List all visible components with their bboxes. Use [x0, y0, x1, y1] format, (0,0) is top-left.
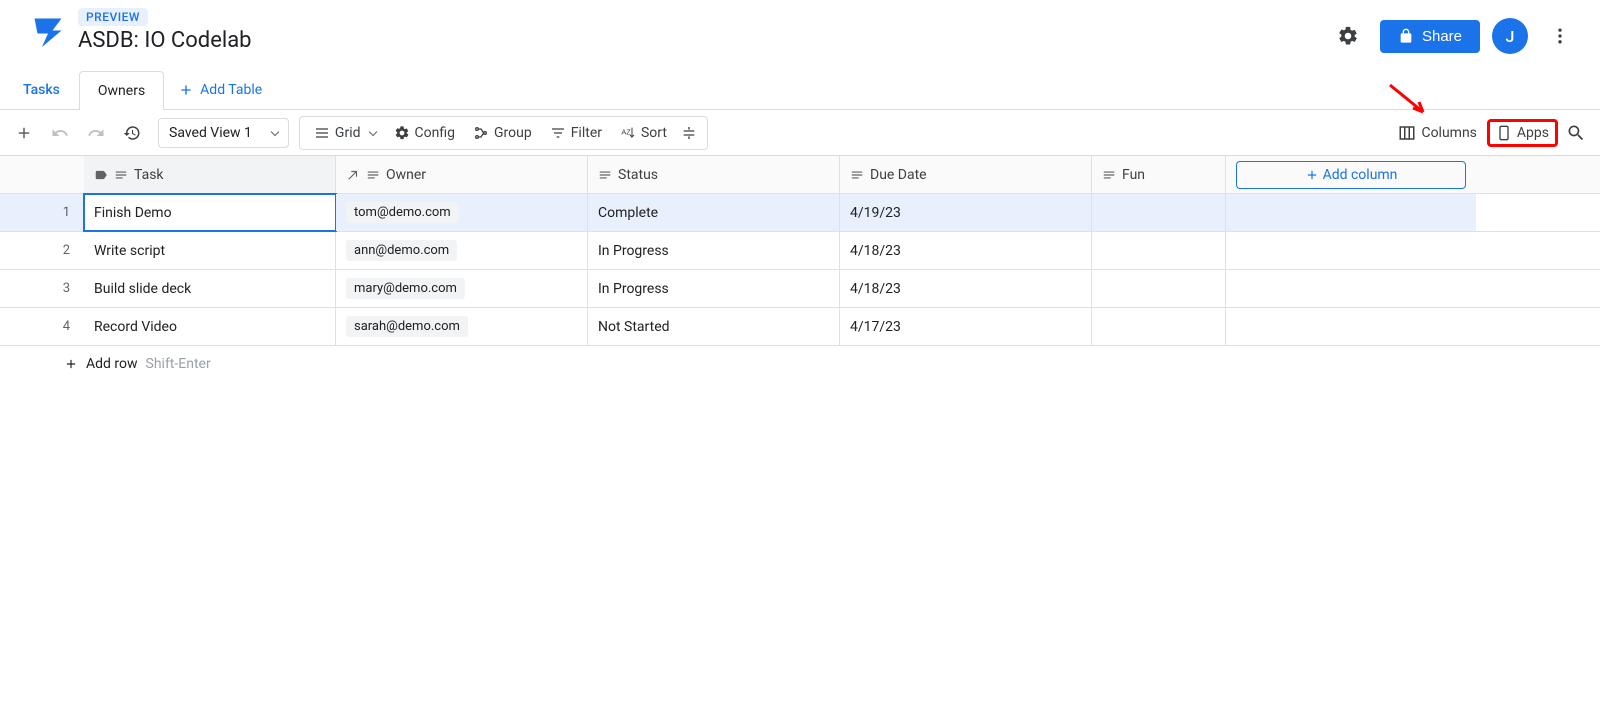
- data-table: Task Owner Status Due Date Fun: [0, 156, 1600, 382]
- gear-icon: [394, 125, 410, 141]
- add-button[interactable]: [8, 117, 40, 149]
- text-icon: [598, 168, 612, 182]
- table-row[interactable]: 4 Record Video sarah@demo.com Not Starte…: [0, 308, 1600, 346]
- cell-empty: [1226, 194, 1476, 231]
- table-row[interactable]: 1 Finish Demo tom@demo.com Complete 4/19…: [0, 194, 1600, 232]
- add-row-button[interactable]: Add row Shift-Enter: [0, 346, 1600, 382]
- columns-icon: [1398, 124, 1416, 142]
- cell-empty: [1226, 270, 1476, 307]
- plus-icon: [64, 357, 78, 371]
- column-header-add: Add column: [1226, 156, 1476, 193]
- cell-fun[interactable]: [1092, 232, 1226, 269]
- cell-owner[interactable]: sarah@demo.com: [336, 308, 588, 345]
- row-number[interactable]: 4: [0, 308, 84, 346]
- group-button[interactable]: Group: [465, 121, 540, 145]
- chevron-down-icon: [271, 127, 279, 135]
- share-button[interactable]: Share: [1380, 20, 1480, 53]
- cell-due-date[interactable]: 4/18/23: [840, 270, 1092, 307]
- more-menu[interactable]: [1540, 16, 1580, 56]
- lock-icon: [1398, 28, 1414, 44]
- cell-owner[interactable]: ann@demo.com: [336, 232, 588, 269]
- filter-button[interactable]: Filter: [542, 121, 610, 145]
- sheet-tabs: Tasks Owners Add Table: [0, 70, 1600, 110]
- cell-task[interactable]: Finish Demo: [84, 194, 336, 231]
- search-button[interactable]: [1560, 117, 1592, 149]
- add-table-button[interactable]: Add Table: [164, 82, 276, 98]
- text-icon: [850, 168, 864, 182]
- search-icon: [1566, 123, 1586, 143]
- header: PREVIEW ASDB: IO Codelab Share J: [0, 0, 1600, 70]
- tab-owners[interactable]: Owners: [79, 71, 164, 110]
- svg-text:AZ: AZ: [621, 127, 631, 136]
- ref-icon: [346, 168, 360, 182]
- cell-fun[interactable]: [1092, 270, 1226, 307]
- cell-due-date[interactable]: 4/18/23: [840, 232, 1092, 269]
- text-icon: [114, 168, 128, 182]
- grid-view-button[interactable]: Grid: [306, 121, 384, 145]
- user-avatar[interactable]: J: [1492, 18, 1528, 54]
- row-number[interactable]: 3: [0, 270, 84, 308]
- text-icon: [366, 168, 380, 182]
- plus-icon: [178, 82, 194, 98]
- app-logo[interactable]: [30, 14, 66, 50]
- cell-status[interactable]: In Progress: [588, 232, 840, 269]
- redo-button[interactable]: [80, 117, 112, 149]
- column-header-owner[interactable]: Owner: [336, 156, 588, 193]
- column-header-task[interactable]: Task: [84, 156, 336, 193]
- toolbar: Saved View 1 Grid Config Group Filter AZ…: [0, 110, 1600, 156]
- cell-fun[interactable]: [1092, 308, 1226, 345]
- cell-due-date[interactable]: 4/17/23: [840, 308, 1092, 345]
- table-row[interactable]: 2 Write script ann@demo.com In Progress …: [0, 232, 1600, 270]
- cell-status[interactable]: In Progress: [588, 270, 840, 307]
- saved-view-dropdown[interactable]: Saved View 1: [158, 118, 289, 148]
- document-title[interactable]: ASDB: IO Codelab: [78, 28, 252, 53]
- columns-button[interactable]: Columns: [1390, 120, 1484, 146]
- density-icon: [681, 125, 697, 141]
- history-button[interactable]: [116, 117, 148, 149]
- sort-button[interactable]: AZ Sort: [612, 121, 675, 145]
- density-button[interactable]: [677, 121, 701, 145]
- row-number[interactable]: 2: [0, 232, 84, 270]
- column-header-status[interactable]: Status: [588, 156, 840, 193]
- config-button[interactable]: Config: [386, 121, 463, 145]
- cell-status[interactable]: Not Started: [588, 308, 840, 345]
- chevron-down-icon: [368, 127, 376, 135]
- cell-task[interactable]: Write script: [84, 232, 336, 269]
- list-icon: [314, 125, 330, 141]
- cell-status[interactable]: Complete: [588, 194, 840, 231]
- sort-icon: AZ: [620, 125, 636, 141]
- phone-icon: [1496, 124, 1512, 142]
- settings-button[interactable]: [1328, 16, 1368, 56]
- cell-fun[interactable]: [1092, 194, 1226, 231]
- add-column-button[interactable]: Add column: [1236, 161, 1466, 189]
- cell-task[interactable]: Build slide deck: [84, 270, 336, 307]
- cell-due-date[interactable]: 4/19/23: [840, 194, 1092, 231]
- cell-owner[interactable]: tom@demo.com: [336, 194, 588, 231]
- plus-icon: [1305, 168, 1319, 182]
- preview-badge: PREVIEW: [78, 8, 148, 26]
- tab-tasks[interactable]: Tasks: [4, 70, 79, 109]
- apps-button[interactable]: Apps: [1487, 119, 1558, 147]
- cell-empty: [1226, 232, 1476, 269]
- undo-button[interactable]: [44, 117, 76, 149]
- cell-owner[interactable]: mary@demo.com: [336, 270, 588, 307]
- label-icon: [94, 168, 108, 182]
- column-header-due-date[interactable]: Due Date: [840, 156, 1092, 193]
- cell-empty: [1226, 308, 1476, 345]
- group-icon: [473, 125, 489, 141]
- row-number[interactable]: 1: [0, 194, 84, 232]
- cell-task[interactable]: Record Video: [84, 308, 336, 345]
- filter-icon: [550, 125, 566, 141]
- column-header-fun[interactable]: Fun: [1092, 156, 1226, 193]
- text-icon: [1102, 168, 1116, 182]
- table-row[interactable]: 3 Build slide deck mary@demo.com In Prog…: [0, 270, 1600, 308]
